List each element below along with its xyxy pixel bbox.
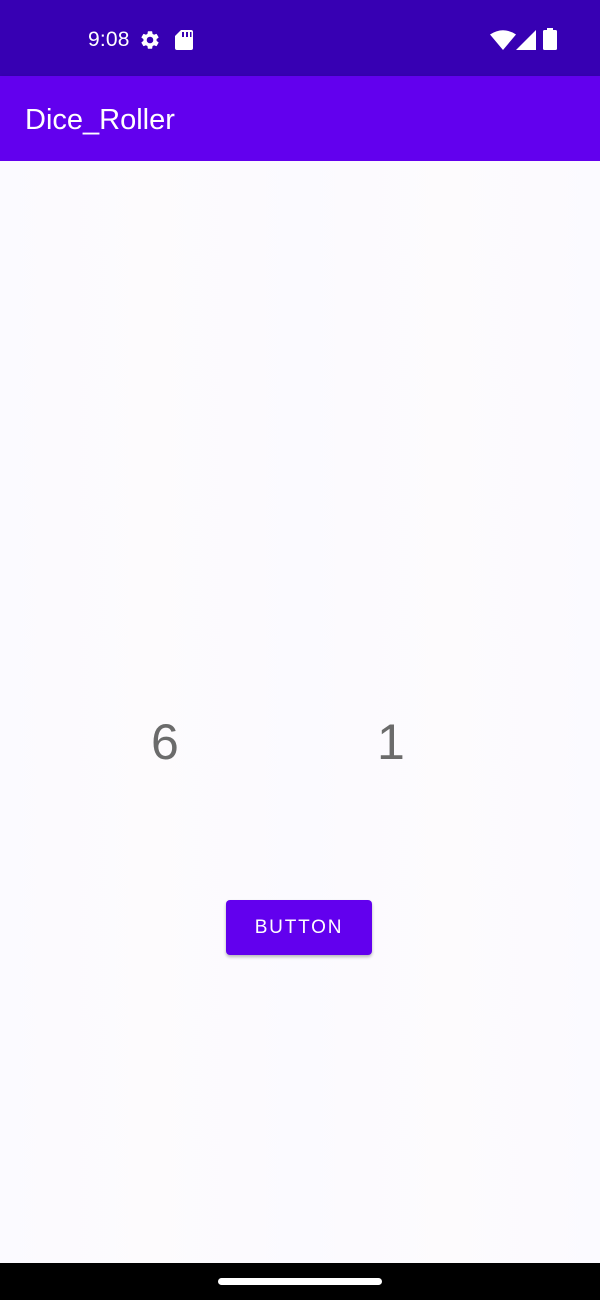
- main-content: [0, 161, 600, 1263]
- sd-card-icon: [175, 30, 193, 50]
- status-time: 9:08: [88, 28, 130, 51]
- app-title: Dice_Roller: [25, 104, 175, 136]
- left-die-value: 6: [151, 714, 179, 770]
- right-die-value: 1: [377, 714, 405, 770]
- settings-gear-icon: [141, 31, 159, 49]
- roll-button[interactable]: BUTTON: [226, 900, 372, 955]
- home-gesture-handle[interactable]: [218, 1278, 382, 1285]
- cell-signal-icon: [516, 30, 536, 50]
- status-bar: 9:08: [0, 0, 600, 76]
- battery-icon: [543, 28, 557, 50]
- navigation-bar: [0, 1263, 600, 1300]
- wifi-icon: [490, 30, 516, 50]
